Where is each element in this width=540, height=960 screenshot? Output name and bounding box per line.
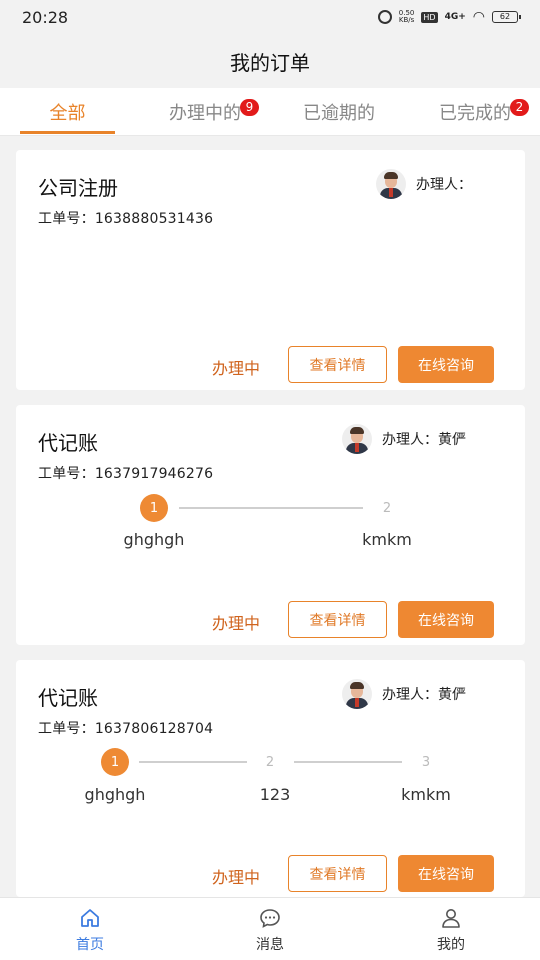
- step-1-indicator: 1: [101, 748, 129, 776]
- order-status: 办理中: [212, 614, 261, 633]
- order-number: 工单号：1637917946276: [38, 463, 213, 483]
- step-1-label: ghghgh: [84, 785, 146, 804]
- step-2-label: 123: [259, 785, 291, 804]
- network-speed: 0.50 KB/s: [399, 10, 415, 24]
- handler-info: 办理人：: [376, 169, 472, 199]
- step-connector: [294, 761, 402, 763]
- tab-completed-label: 已完成的: [439, 103, 511, 124]
- order-card[interactable]: 代记账 办理人： 黄俨 工单号：1637806128704 1 2 3 ghgh…: [16, 660, 525, 897]
- step-3-label: kmkm: [401, 785, 451, 804]
- nav-bar: 我的订单: [0, 34, 540, 88]
- completed-badge: 2: [510, 99, 529, 116]
- step-connector: [179, 507, 363, 509]
- status-time: 20:28: [22, 7, 69, 27]
- in-progress-badge: 9: [240, 99, 259, 116]
- order-status: 办理中: [212, 359, 261, 378]
- bottom-navigation: 首页 消息 我的: [0, 897, 540, 960]
- tab-all-label: 全部: [49, 103, 86, 124]
- order-title: 公司注册: [38, 176, 118, 200]
- tab-overdue[interactable]: 已逾期的: [284, 88, 394, 136]
- order-number-value: 1637917946276: [94, 466, 214, 482]
- home-icon: [78, 906, 102, 930]
- view-details-button[interactable]: 查看详情: [288, 346, 387, 383]
- battery-icon: 62: [492, 11, 521, 23]
- online-consult-button[interactable]: 在线咨询: [398, 855, 494, 892]
- handler-label: 办理人：: [382, 687, 438, 703]
- tab-all[interactable]: 全部: [20, 88, 115, 136]
- user-icon: [439, 906, 463, 930]
- nav-messages[interactable]: 消息: [210, 898, 330, 960]
- online-consult-button[interactable]: 在线咨询: [398, 601, 494, 638]
- order-number: 工单号：1637806128704: [38, 718, 213, 738]
- network-speed-unit: KB/s: [398, 16, 415, 24]
- handler-name: 黄俨: [438, 687, 466, 703]
- order-number-label: 工单号：: [38, 211, 95, 227]
- order-card[interactable]: 代记账 办理人： 黄俨 工单号：1637917946276 1 2 ghghgh…: [16, 405, 525, 645]
- order-number-value: 1638880531436: [94, 211, 214, 227]
- nav-home-label: 首页: [76, 936, 104, 953]
- nav-profile[interactable]: 我的: [391, 898, 511, 960]
- order-number: 工单号：1638880531436: [38, 208, 213, 228]
- hd-icon: HD: [421, 11, 438, 23]
- order-number-value: 1637806128704: [94, 721, 214, 737]
- order-number-label: 工单号：: [38, 466, 95, 482]
- handler-avatar: [342, 679, 372, 709]
- handler-name: 黄俨: [438, 432, 466, 448]
- nav-profile-label: 我的: [437, 936, 465, 953]
- status-bar: 20:28 0.50 KB/s HD 4G+ ◠ 62: [0, 0, 540, 34]
- step-3-indicator: 3: [412, 748, 440, 776]
- nav-messages-label: 消息: [256, 936, 284, 953]
- order-card[interactable]: 公司注册 办理人： 工单号：1638880531436 办理中 查看详情 在线咨…: [16, 150, 525, 390]
- page-title: 我的订单: [230, 50, 310, 75]
- handler-info: 办理人： 黄俨: [342, 679, 466, 709]
- handler-avatar: [342, 424, 372, 454]
- message-icon: [258, 906, 282, 930]
- view-details-button[interactable]: 查看详情: [288, 601, 387, 638]
- step-2-indicator: 2: [373, 494, 401, 522]
- alarm-icon: [377, 10, 392, 24]
- signal-icon: 4G+: [444, 12, 466, 22]
- nav-home[interactable]: 首页: [30, 898, 150, 960]
- active-tab-indicator: [20, 131, 115, 134]
- status-icons: 0.50 KB/s HD 4G+ ◠ 62: [377, 9, 521, 25]
- view-details-button[interactable]: 查看详情: [288, 855, 387, 892]
- step-2-label: kmkm: [362, 530, 412, 549]
- tab-overdue-label: 已逾期的: [303, 103, 375, 124]
- wifi-icon: ◠: [472, 9, 485, 25]
- handler-info: 办理人： 黄俨: [342, 424, 466, 454]
- handler-label: 办理人：: [416, 177, 472, 193]
- order-title: 代记账: [38, 431, 98, 455]
- order-number-label: 工单号：: [38, 721, 95, 737]
- tab-in-progress-label: 办理中的: [169, 103, 241, 124]
- step-1-indicator: 1: [140, 494, 168, 522]
- step-2-indicator: 2: [256, 748, 284, 776]
- order-tabs: 全部 办理中的 9 已逾期的 已完成的 2: [0, 88, 540, 136]
- order-status: 办理中: [212, 868, 261, 887]
- handler-label: 办理人：: [382, 432, 438, 448]
- step-1-label: ghghgh: [123, 530, 185, 549]
- online-consult-button[interactable]: 在线咨询: [398, 346, 494, 383]
- handler-avatar: [376, 169, 406, 199]
- step-connector: [139, 761, 247, 763]
- order-title: 代记账: [38, 686, 98, 710]
